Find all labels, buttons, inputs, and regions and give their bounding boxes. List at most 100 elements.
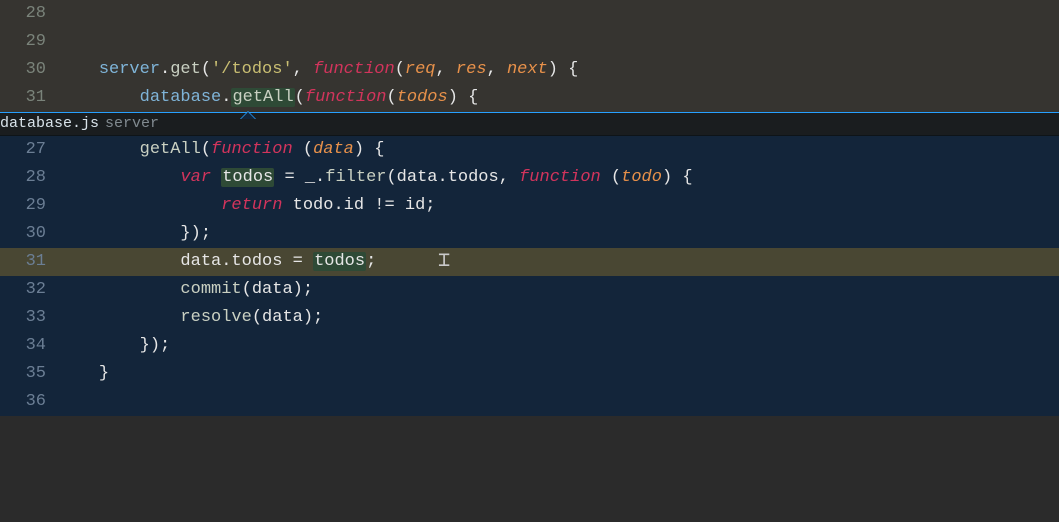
code-text[interactable]: });: [58, 220, 1059, 248]
token: commit: [180, 280, 241, 299]
code-text[interactable]: [58, 28, 1059, 56]
token: return: [221, 196, 282, 215]
line-number: 33: [0, 304, 58, 332]
token: });: [140, 336, 171, 355]
token: (: [395, 60, 405, 79]
token: next: [507, 60, 548, 79]
token: get: [170, 60, 201, 79]
peek-breadcrumb[interactable]: database.js server: [0, 112, 1059, 136]
line-number: 35: [0, 360, 58, 388]
token: function: [305, 88, 387, 107]
token: todos: [313, 252, 366, 271]
peek-file-name[interactable]: database.js: [0, 115, 99, 132]
code-text[interactable]: server.get('/todos', function(req, res, …: [58, 56, 1059, 84]
code-line[interactable]: 31 data.todos = todos; ⌶: [0, 248, 1059, 276]
token: function: [519, 168, 601, 187]
line-number: 30: [0, 220, 58, 248]
line-number: 36: [0, 388, 58, 416]
line-number: 28: [0, 164, 58, 192]
token: data.todos: [180, 252, 282, 271]
peek-symbol[interactable]: server: [105, 115, 159, 132]
text-cursor-icon: ⌶: [438, 252, 450, 272]
token: ,: [293, 60, 313, 79]
code-line[interactable]: 31 database.getAll(function(todos) {: [0, 84, 1059, 112]
token: (: [293, 140, 313, 159]
code-line[interactable]: 28 var todos = _.filter(data.todos, func…: [0, 164, 1059, 192]
line-number: 34: [0, 332, 58, 360]
code-text[interactable]: resolve(data);: [58, 304, 1059, 332]
token: ) {: [448, 88, 479, 107]
token: '/todos': [211, 60, 293, 79]
line-number: 31: [0, 84, 58, 112]
code-text[interactable]: database.getAll(function(todos) {: [58, 84, 1059, 112]
code-line[interactable]: 32 commit(data);: [0, 276, 1059, 304]
token: database: [140, 88, 222, 107]
token: (: [201, 140, 211, 159]
token: ;: [366, 252, 376, 271]
line-number: 29: [0, 192, 58, 220]
token: (data.todos,: [386, 168, 519, 187]
token: =: [282, 252, 313, 271]
token: function: [211, 140, 293, 159]
code-text[interactable]: });: [58, 332, 1059, 360]
code-line[interactable]: 29 return todo.id != id;: [0, 192, 1059, 220]
token: getAll: [231, 88, 294, 107]
code-editor[interactable]: 282930 server.get('/todos', function(req…: [0, 0, 1059, 522]
peek-editor-pane[interactable]: 27 getAll(function (data) {28 var todos …: [0, 136, 1059, 416]
token: (: [201, 60, 211, 79]
code-line[interactable]: 36: [0, 388, 1059, 416]
token: (data);: [252, 308, 323, 327]
token: server: [99, 60, 160, 79]
token: resolve: [180, 308, 251, 327]
token: .: [221, 88, 231, 107]
line-number: 31: [0, 248, 58, 276]
line-number: 27: [0, 136, 58, 164]
token: getAll: [140, 140, 201, 159]
code-line[interactable]: 33 resolve(data);: [0, 304, 1059, 332]
token: data: [313, 140, 354, 159]
code-text[interactable]: commit(data);: [58, 276, 1059, 304]
token: (: [295, 88, 305, 107]
code-text[interactable]: [58, 0, 1059, 28]
line-number: 32: [0, 276, 58, 304]
code-text[interactable]: data.todos = todos; ⌶: [58, 248, 1059, 276]
token: ,: [436, 60, 456, 79]
code-text[interactable]: [58, 388, 1059, 416]
token: todos: [397, 88, 448, 107]
token: (: [601, 168, 621, 187]
token: (: [387, 88, 397, 107]
token: todo.id != id;: [282, 196, 435, 215]
token: function: [313, 60, 395, 79]
token: res: [456, 60, 487, 79]
token: }: [99, 364, 109, 383]
token: todo: [621, 168, 662, 187]
code-text[interactable]: getAll(function (data) {: [58, 136, 1059, 164]
code-text[interactable]: return todo.id != id;: [58, 192, 1059, 220]
token: var: [180, 168, 211, 187]
token: req: [405, 60, 436, 79]
token: (data);: [242, 280, 313, 299]
code-text[interactable]: }: [58, 360, 1059, 388]
token: ) {: [662, 168, 693, 187]
token: ) {: [548, 60, 579, 79]
line-number: 30: [0, 56, 58, 84]
token: .: [160, 60, 170, 79]
token: [211, 168, 221, 187]
token: todos: [221, 168, 274, 187]
code-line[interactable]: 34 });: [0, 332, 1059, 360]
line-number: 29: [0, 28, 58, 56]
token: filter: [325, 168, 386, 187]
code-line[interactable]: 28: [0, 0, 1059, 28]
line-number: 28: [0, 0, 58, 28]
token: = _.: [274, 168, 325, 187]
token: ) {: [354, 140, 385, 159]
token: });: [180, 224, 211, 243]
code-line[interactable]: 30 });: [0, 220, 1059, 248]
code-line[interactable]: 30 server.get('/todos', function(req, re…: [0, 56, 1059, 84]
code-line[interactable]: 27 getAll(function (data) {: [0, 136, 1059, 164]
code-text[interactable]: var todos = _.filter(data.todos, functio…: [58, 164, 1059, 192]
main-editor-pane[interactable]: 282930 server.get('/todos', function(req…: [0, 0, 1059, 112]
token: ,: [487, 60, 507, 79]
code-line[interactable]: 35 }: [0, 360, 1059, 388]
code-line[interactable]: 29: [0, 28, 1059, 56]
